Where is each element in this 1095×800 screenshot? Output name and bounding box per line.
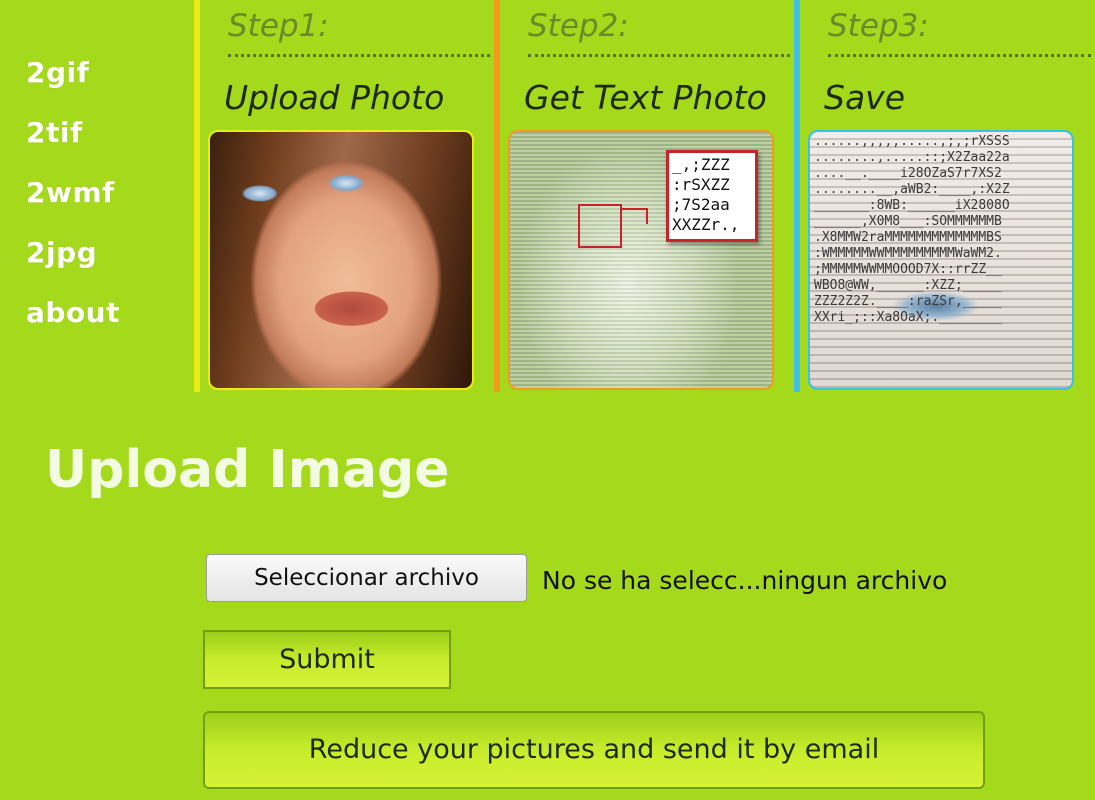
step-3: Step3: Save ......,,,,,.....,;,;rXSSS ..…: [794, 0, 1095, 392]
step-2: Step2: Get Text Photo _,;ZZZ :rSXZZ ;7S2…: [494, 0, 794, 392]
step-divider: [228, 54, 490, 57]
zoom-connector: [622, 208, 648, 224]
file-status-text: No se ha selecc...ningun archivo: [542, 566, 948, 595]
step-title: Upload Photo: [224, 78, 445, 117]
email-reduce-button[interactable]: Reduce your pictures and send it by emai…: [203, 711, 985, 789]
step-divider: [528, 54, 790, 57]
zoom-region-marker: [578, 204, 622, 248]
ascii-photo-preview: ......,,,,,.....,;,;rXSSS ........,.....…: [808, 130, 1074, 390]
zoom-text-callout: _,;ZZZ :rSXZZ ;7S2aa XXZZr.,: [666, 150, 758, 242]
nav-link-2jpg[interactable]: 2jpg: [26, 236, 97, 269]
nav-link-about[interactable]: about: [26, 296, 120, 329]
step-title: Get Text Photo: [524, 78, 767, 117]
step-1: Step1: Upload Photo: [194, 0, 494, 392]
ascii-art-text: ......,,,,,.....,;,;rXSSS ........,.....…: [814, 134, 1010, 325]
step-title: Save: [824, 78, 906, 117]
choose-file-button[interactable]: Seleccionar archivo: [206, 554, 527, 602]
step-number: Step1:: [228, 8, 329, 44]
upload-heading: Upload Image: [45, 440, 450, 500]
step-number: Step3:: [828, 8, 929, 44]
submit-button[interactable]: Submit: [203, 630, 451, 689]
steps-banner: Step1: Upload Photo Step2: Get Text Phot…: [194, 0, 1095, 392]
step-divider: [828, 54, 1091, 57]
nav-link-2gif[interactable]: 2gif: [26, 56, 89, 89]
portrait-photo: [208, 130, 474, 390]
nav-link-2wmf[interactable]: 2wmf: [26, 176, 115, 209]
step-number: Step2:: [528, 8, 629, 44]
text-photo-preview: _,;ZZZ :rSXZZ ;7S2aa XXZZr.,: [508, 130, 774, 390]
nav-link-2tif[interactable]: 2tif: [26, 116, 83, 149]
